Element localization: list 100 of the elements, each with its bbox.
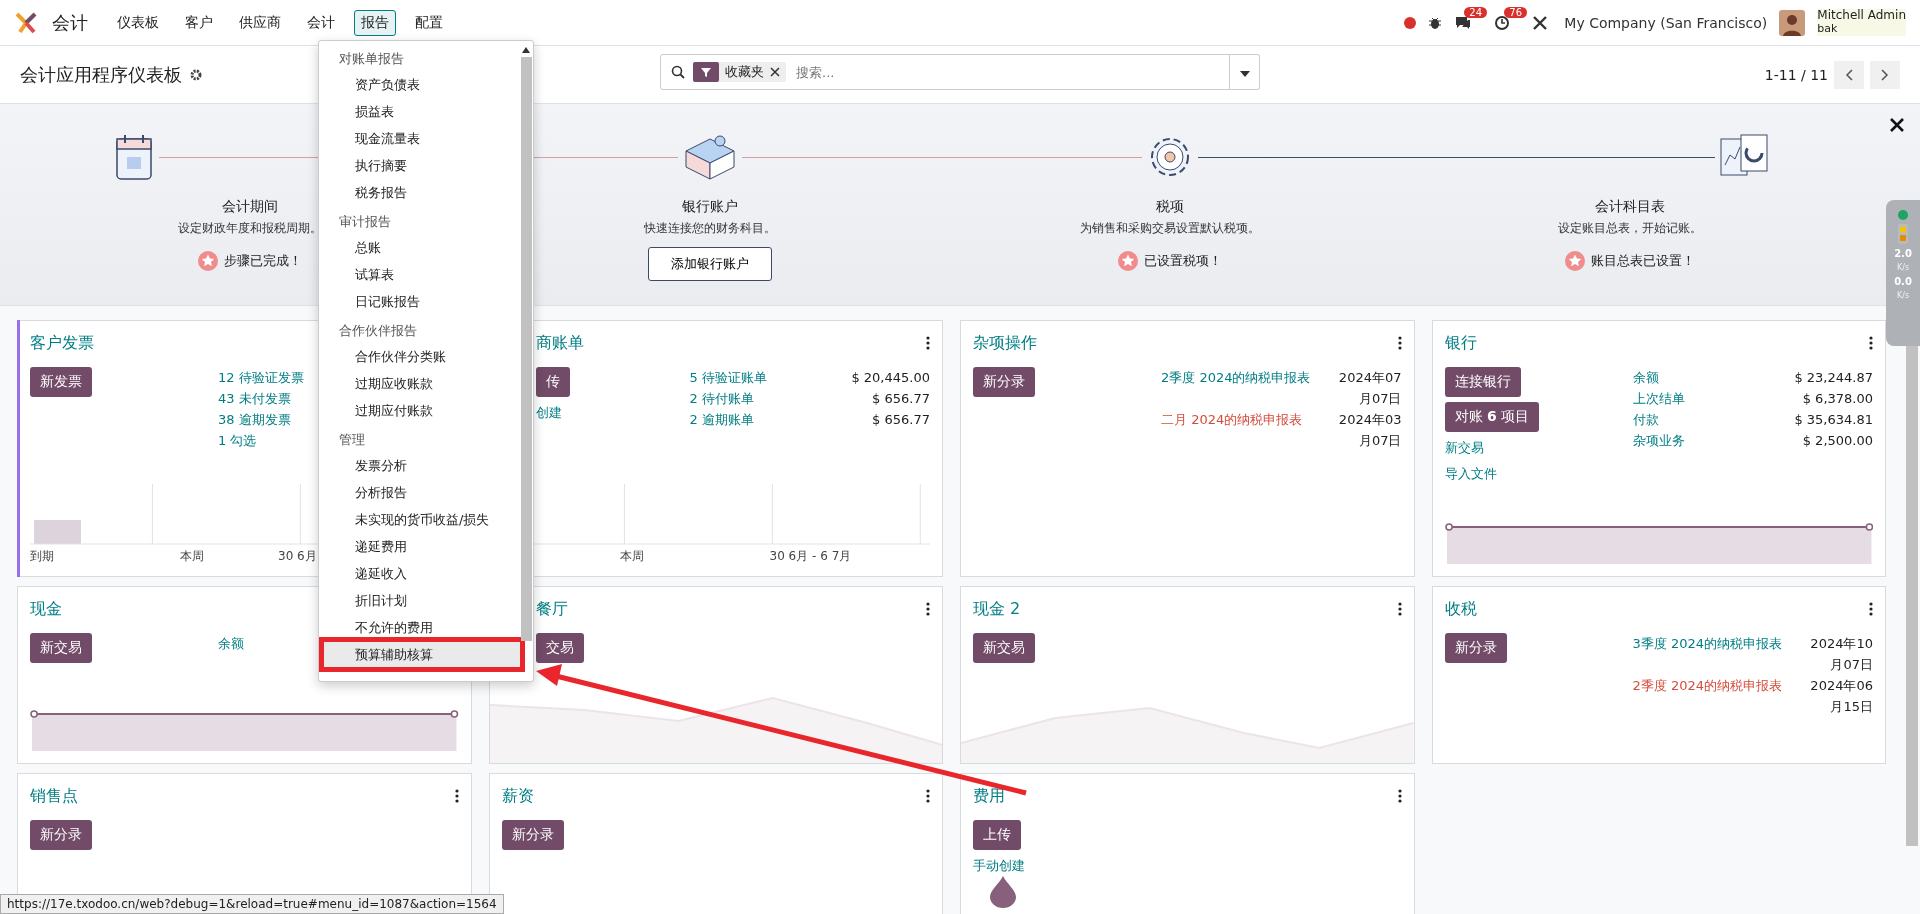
search-options-toggle[interactable]	[1230, 54, 1260, 90]
card-title[interactable]: 现金 2	[973, 598, 1021, 620]
stat-link[interactable]: 38 逾期发票	[218, 409, 291, 430]
bug-icon[interactable]	[1428, 15, 1443, 30]
primary-button[interactable]: 新发票	[30, 367, 92, 397]
stat-link[interactable]: 1 勾选	[218, 430, 257, 451]
nav-menu-item[interactable]: 供应商	[232, 9, 288, 36]
card-link[interactable]: 创建	[535, 402, 562, 423]
tax-return-link[interactable]: 2季度 2024的纳税申报表	[1161, 367, 1311, 409]
nav-menu-item[interactable]: 配置	[408, 9, 450, 36]
kebab-menu-icon[interactable]	[926, 336, 930, 350]
scrollbar-thumb[interactable]	[520, 57, 532, 641]
kebab-menu-icon[interactable]	[1397, 789, 1402, 803]
nav-menu-item[interactable]: 仪表板	[110, 9, 166, 36]
primary-button[interactable]: 连接银行	[1444, 367, 1521, 397]
tax-return-link[interactable]: 3季度 2024的纳税申报表	[1632, 633, 1782, 675]
menu-item[interactable]: 现金流量表	[323, 125, 521, 152]
stat-link[interactable]: 2 逾期账单	[689, 409, 754, 430]
card-title[interactable]: 餐厅	[535, 598, 568, 620]
primary-button[interactable]: 新交易	[30, 633, 92, 663]
card-link[interactable]: 手动创建	[973, 855, 1025, 876]
menu-item[interactable]: 递延费用	[323, 533, 521, 560]
record-dot-icon[interactable]	[1404, 16, 1417, 29]
primary-button[interactable]: 新分录	[973, 367, 1035, 397]
menu-item[interactable]: 损益表	[323, 98, 521, 125]
primary-button[interactable]: 新交易	[973, 633, 1035, 663]
primary-button[interactable]: 上传	[973, 820, 1021, 850]
menu-item[interactable]: 总账	[323, 234, 521, 261]
stat-link[interactable]: 12 待验证发票	[218, 367, 304, 388]
settings-icon[interactable]	[190, 68, 202, 81]
kebab-menu-icon[interactable]	[926, 602, 930, 616]
kebab-menu-icon[interactable]	[1397, 336, 1402, 350]
app-name[interactable]: 会计	[52, 10, 88, 35]
tax-return-link[interactable]: 2季度 2024的纳税申报表	[1632, 675, 1782, 717]
card-title[interactable]: 费用	[973, 785, 1005, 807]
card-title[interactable]: 商账单	[535, 332, 584, 354]
primary-button[interactable]: 交易	[535, 633, 584, 663]
company-switcher[interactable]: My Company (San Francisco)	[1564, 14, 1768, 31]
menu-item[interactable]: 发票分析	[323, 452, 521, 479]
menu-item[interactable]: 日记账报告	[323, 288, 521, 315]
card-title[interactable]: 薪资	[501, 785, 534, 807]
menu-item[interactable]: 执行摘要	[323, 152, 521, 179]
stat-link[interactable]: 2 待付账单	[689, 388, 754, 409]
kebab-menu-icon[interactable]	[926, 789, 930, 803]
primary-button[interactable]: 新分录	[1444, 633, 1507, 663]
stat-link[interactable]: 余额	[218, 633, 244, 654]
chart-axis-label: 30 6月	[278, 548, 317, 565]
filter-facet[interactable]: 收藏夹	[693, 62, 786, 82]
pager-value[interactable]: 1-11 / 11	[1764, 66, 1828, 83]
step-action-button[interactable]: 添加银行账户	[648, 247, 772, 281]
menu-item[interactable]: 合作伙伴分类账	[323, 343, 521, 370]
stat-amount: $ 35,634.81	[1794, 411, 1873, 429]
previous-page-button[interactable]	[1834, 60, 1864, 89]
kebab-menu-icon[interactable]	[1869, 336, 1873, 350]
card-title[interactable]: 银行	[1444, 332, 1477, 354]
nav-menu-item[interactable]: 客户	[178, 9, 220, 36]
menu-item[interactable]: 过期应收账款	[323, 370, 521, 397]
primary-button[interactable]: 新分录	[30, 820, 92, 850]
next-page-button[interactable]	[1870, 60, 1900, 89]
card-title[interactable]: 杂项操作	[973, 332, 1037, 354]
kebab-menu-icon[interactable]	[454, 789, 459, 803]
nav-menu-item[interactable]: 会计	[300, 9, 342, 36]
card-title[interactable]: 收税	[1444, 598, 1477, 620]
card-title[interactable]: 客户发票	[30, 332, 94, 354]
stat-link[interactable]: 43 未付发票	[218, 388, 291, 409]
clock-icon[interactable]	[1494, 14, 1511, 31]
stat-link[interactable]: 杂项业务	[1632, 430, 1685, 451]
user-avatar[interactable]	[1779, 9, 1806, 36]
chat-icon[interactable]	[1454, 14, 1473, 31]
stat-link[interactable]: 5 待验证账单	[689, 367, 767, 388]
primary-button[interactable]: 新分录	[501, 820, 564, 850]
stat-link[interactable]: 上次结单	[1632, 388, 1685, 409]
menu-item[interactable]: 分析报告	[323, 479, 521, 506]
tax-return-link[interactable]: 二月 2024的纳税申报表	[1161, 409, 1303, 451]
stat-amount: $ 23,244.87	[1794, 369, 1873, 387]
close-icon[interactable]	[1890, 118, 1904, 132]
stat-link[interactable]: 余额	[1632, 367, 1659, 388]
card-title[interactable]: 现金	[30, 598, 62, 620]
card-link[interactable]: 新交易	[1444, 437, 1484, 458]
primary-button[interactable]: 对账 6 项目	[1444, 402, 1540, 432]
stat-link[interactable]: 付款	[1632, 409, 1659, 430]
menu-item[interactable]: 资产负债表	[323, 71, 521, 98]
card-link[interactable]: 导入文件	[1444, 463, 1497, 484]
menu-item[interactable]: 税务报告	[323, 179, 521, 206]
kebab-menu-icon[interactable]	[1397, 602, 1402, 616]
close-icon[interactable]	[770, 67, 780, 77]
menu-item[interactable]: 过期应付账款	[323, 397, 521, 424]
menu-item[interactable]: 折旧计划	[323, 587, 521, 614]
card-title[interactable]: 销售点	[30, 785, 78, 807]
user-name[interactable]: Mitchell Admin	[1817, 9, 1906, 24]
kebab-menu-icon[interactable]	[1869, 602, 1873, 616]
nav-menu-item[interactable]: 报告	[354, 9, 396, 36]
menu-item[interactable]: 未实现的货币收益/损失	[323, 506, 521, 533]
menu-item[interactable]: 试算表	[323, 261, 521, 288]
primary-button[interactable]: 传	[535, 367, 570, 397]
scrollbar-thumb[interactable]	[1906, 346, 1918, 846]
menu-item[interactable]: 递延收入	[323, 560, 521, 587]
app-logo-icon[interactable]	[14, 10, 38, 35]
search-field[interactable]: 收藏夹 搜索...	[660, 54, 1230, 90]
menu-item[interactable]: 不允许的费用	[323, 614, 521, 641]
